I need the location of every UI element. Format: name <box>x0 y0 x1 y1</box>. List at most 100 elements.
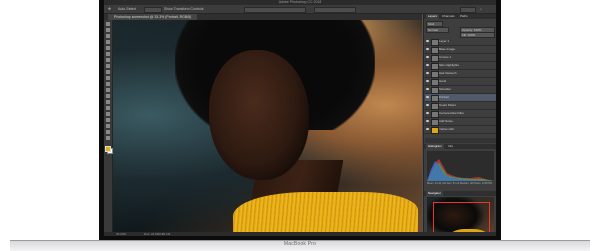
layer-controls: Kind Normal Opacity: 100% Fill: 100% <box>426 21 495 38</box>
search-icon[interactable]: ⌕ <box>480 5 482 13</box>
layer-thumbnail <box>431 63 439 70</box>
layer-name: Curves 1 <box>439 55 452 59</box>
transform-controls-label[interactable]: Show Transform Controls <box>164 5 204 13</box>
layer-thumbnail <box>431 119 439 126</box>
layer-row[interactable]: Hair Retouch <box>425 70 496 78</box>
history-brush-icon[interactable] <box>106 76 110 80</box>
workspace-dropdown[interactable] <box>460 7 476 13</box>
tab-layers[interactable]: Layers <box>426 14 440 19</box>
auto-select-dropdown[interactable] <box>144 7 162 13</box>
layers-panel-tabs: Layers Channels Paths <box>424 14 496 19</box>
options-bar: ✥ Auto-Select Show Transform Controls ⌕ <box>104 5 496 14</box>
layer-row[interactable]: Curves 1 <box>425 54 496 62</box>
layer-name: Shoulder <box>439 87 452 91</box>
blend-mode-select[interactable]: Normal <box>426 27 449 33</box>
rectangle-icon[interactable] <box>106 124 110 128</box>
layer-thumbnail <box>431 71 439 78</box>
layer-name: Portrait <box>439 95 449 99</box>
layer-row[interactable]: Skin Highlights <box>425 62 496 70</box>
visibility-eye-icon[interactable] <box>426 48 429 50</box>
healing-brush-icon[interactable] <box>106 58 110 62</box>
visibility-eye-icon[interactable] <box>426 128 429 130</box>
zoom-level[interactable]: 33.33% <box>116 232 126 236</box>
layer-row[interactable]: Hand <box>425 78 496 86</box>
quick-select-icon[interactable] <box>106 40 110 44</box>
path-select-icon[interactable] <box>106 118 110 122</box>
layer-row[interactable]: Shoulder <box>425 86 496 94</box>
distribute-buttons[interactable] <box>314 7 356 13</box>
marquee-icon[interactable] <box>106 28 110 32</box>
auto-select-label[interactable]: Auto-Select <box>118 5 136 13</box>
visibility-eye-icon[interactable] <box>426 56 429 58</box>
visibility-eye-icon[interactable] <box>426 40 429 42</box>
navigator-view-frame[interactable] <box>433 202 490 236</box>
layer-name: Add Noise <box>439 119 453 123</box>
status-bar: 33.33% Doc: 24.9M/182.1M <box>104 232 496 236</box>
tab-navigator[interactable]: Navigator <box>426 191 443 196</box>
eyedropper-icon[interactable] <box>106 52 110 56</box>
tab-info[interactable]: Info <box>446 144 455 149</box>
layer-name: Yellow shirt <box>439 127 455 131</box>
blur-icon[interactable] <box>106 94 110 98</box>
visibility-eye-icon[interactable] <box>426 112 429 114</box>
layer-row[interactable]: Smart Filters <box>425 102 496 110</box>
layer-thumbnail <box>431 95 439 102</box>
document-size: Doc: 24.9M/182.1M <box>144 232 171 236</box>
hand-icon[interactable] <box>106 130 110 134</box>
visibility-eye-icon[interactable] <box>426 96 429 98</box>
tab-channels[interactable]: Channels <box>440 14 457 19</box>
brush-icon[interactable] <box>106 64 110 68</box>
crop-icon[interactable] <box>106 46 110 50</box>
layer-name: Hair Retouch <box>439 71 457 75</box>
layer-row[interactable]: Base Image <box>425 46 496 54</box>
layers-panel-footer[interactable] <box>425 138 496 143</box>
clone-stamp-icon[interactable] <box>106 70 110 74</box>
layer-name: Smart Filters <box>439 103 457 107</box>
visibility-eye-icon[interactable] <box>426 72 429 74</box>
model-label: MacBook Pro <box>283 241 317 247</box>
layer-name: Hand <box>439 79 447 83</box>
eraser-icon[interactable] <box>106 82 110 86</box>
portrait-sweater <box>233 192 418 232</box>
layer-name: Base Image <box>439 47 456 51</box>
layer-name: Camera Raw Filter <box>439 111 465 115</box>
tab-histogram[interactable]: Histogram <box>426 144 444 149</box>
tab-paths[interactable]: Paths <box>458 14 470 19</box>
layer-row[interactable]: Yellow shirt <box>425 126 496 134</box>
layer-thumbnail <box>431 127 439 134</box>
navigator-preview[interactable] <box>427 197 494 236</box>
gradient-icon[interactable] <box>106 88 110 92</box>
visibility-eye-icon[interactable] <box>426 64 429 66</box>
histogram-panel-tabs: Histogram Info <box>424 144 496 149</box>
layer-name: Layer 1 <box>439 39 450 43</box>
visibility-eye-icon[interactable] <box>426 80 429 82</box>
histogram-graph <box>427 151 494 181</box>
tools-panel <box>104 20 113 232</box>
portrait-face <box>209 50 309 180</box>
foreground-color-swatch[interactable] <box>105 146 111 152</box>
layer-thumbnail <box>431 79 439 86</box>
visibility-eye-icon[interactable] <box>426 88 429 90</box>
layer-row[interactable]: Layer 1 <box>425 38 496 46</box>
move-tool-icon[interactable]: ✥ <box>108 5 111 13</box>
layer-row[interactable]: Add Noise <box>425 118 496 126</box>
layer-thumbnail <box>431 111 439 118</box>
layer-row[interactable]: Camera Raw Filter <box>425 110 496 118</box>
layer-thumbnail <box>431 55 439 62</box>
layer-row-selected[interactable]: Portrait <box>425 94 496 102</box>
zoom-icon[interactable] <box>106 136 110 140</box>
align-buttons[interactable] <box>244 7 306 13</box>
document-canvas[interactable] <box>113 20 422 232</box>
layer-thumbnail <box>431 47 439 54</box>
layer-thumbnail <box>431 103 439 110</box>
type-icon[interactable] <box>106 112 110 116</box>
histogram-plot <box>427 159 494 181</box>
visibility-eye-icon[interactable] <box>426 120 429 122</box>
visibility-eye-icon[interactable] <box>426 104 429 106</box>
pen-icon[interactable] <box>106 106 110 110</box>
layer-thumbnail <box>431 39 439 46</box>
move-icon[interactable] <box>106 22 110 26</box>
layer-name: Skin Highlights <box>439 63 459 67</box>
lasso-icon[interactable] <box>106 34 110 38</box>
dodge-icon[interactable] <box>106 100 110 104</box>
